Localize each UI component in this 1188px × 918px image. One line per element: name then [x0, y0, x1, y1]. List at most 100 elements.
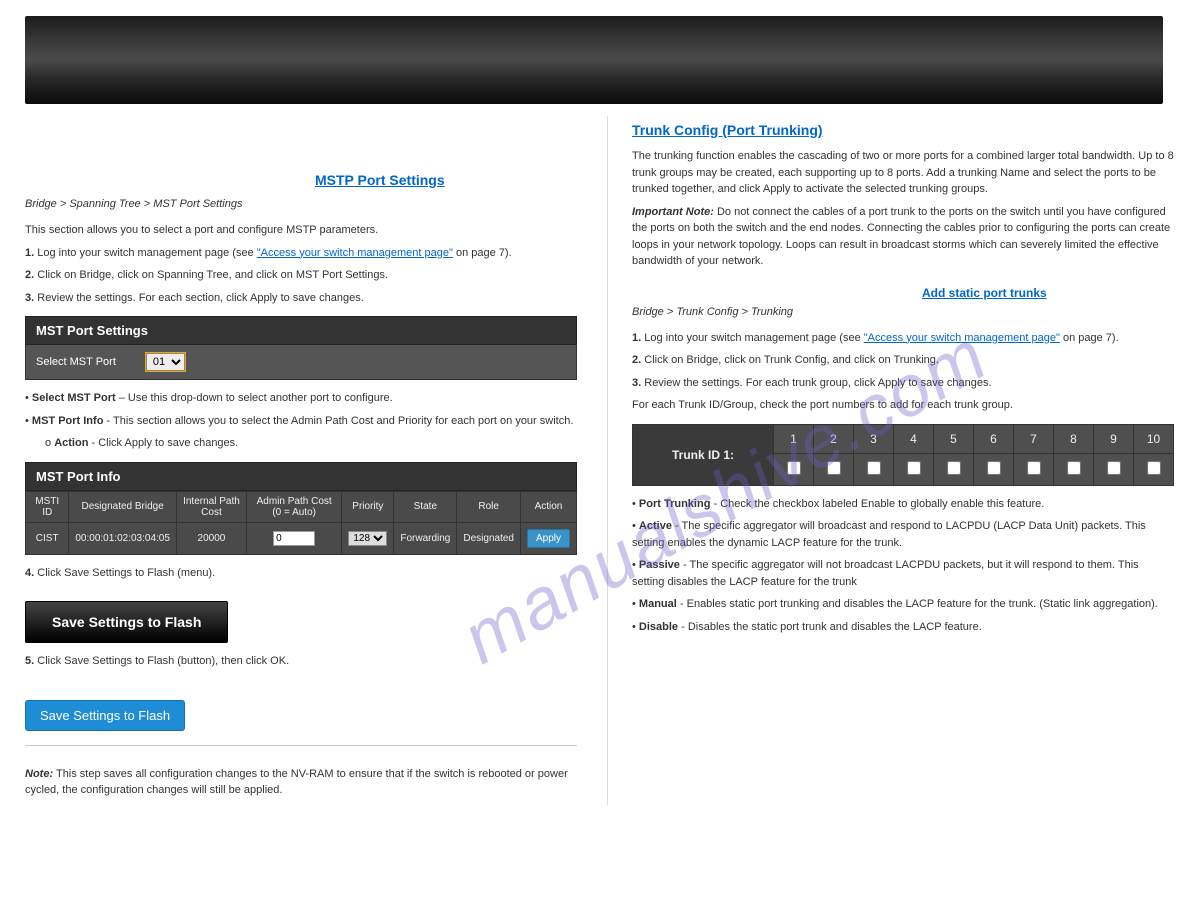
step1-left: 1. Log into your switch management page … — [25, 245, 577, 262]
intro-right: The trunking function enables the cascad… — [632, 148, 1174, 198]
port-8-checkbox[interactable] — [1067, 461, 1081, 475]
port-9-checkbox[interactable] — [1107, 461, 1121, 475]
b3-title: Passive — [639, 559, 680, 571]
b3-text: - The specific aggregator will not broad… — [632, 559, 1139, 588]
b4-text: - Enables static port trunking and disab… — [680, 598, 1158, 610]
bullet-mst-port-info: • MST Port Info - This section allows yo… — [25, 413, 577, 430]
select-mst-port-label: Select MST Port — [36, 356, 116, 368]
save-settings-flash-dark-button[interactable]: Save Settings to Flash — [25, 601, 228, 643]
bullet-active: • Active - The specific aggregator will … — [632, 518, 1174, 551]
b1-title: Port Trunking — [639, 498, 711, 510]
intro-left: This section allows you to select a port… — [25, 222, 577, 239]
left-column: MSTP Port Settings Bridge > Spanning Tre… — [25, 116, 577, 805]
step1-text-r: Log into your switch management page (se… — [644, 332, 864, 344]
port-2-checkbox[interactable] — [827, 461, 841, 475]
bullet-manual: • Manual - Enables static port trunking … — [632, 596, 1174, 613]
port-10-checkbox[interactable] — [1147, 461, 1161, 475]
step3-num-r: 3. — [632, 377, 641, 389]
step3-left: 3. Review the settings. For each section… — [25, 290, 577, 307]
apply-button[interactable]: Apply — [527, 529, 570, 548]
step1-link[interactable]: "Access your switch management page" — [257, 247, 453, 259]
port-5-label: 5 — [934, 424, 974, 453]
step1-right: 1. Log into your switch management page … — [632, 330, 1174, 347]
mst-port-info-table: MSTI ID Designated Bridge Internal Path … — [25, 491, 577, 555]
select-mst-port-dropdown[interactable]: 01 — [146, 353, 185, 371]
save-settings-flash-blue-button[interactable]: Save Settings to Flash — [25, 700, 185, 731]
admin-path-cost-input[interactable] — [273, 531, 315, 546]
step1-end-r: on page 7). — [1063, 332, 1119, 344]
bullet2-title: MST Port Info — [32, 415, 104, 427]
step5-left: 5. Click Save Settings to Flash (button)… — [25, 653, 577, 670]
note-left: Note: This step saves all configuration … — [25, 766, 577, 799]
add-static-port-trunks-title: Add static port trunks — [922, 286, 1174, 300]
note-text: This step saves all configuration change… — [25, 768, 568, 797]
bullet3-text: - Click Apply to save changes. — [91, 437, 238, 449]
b2-text: - The specific aggregator will broadcast… — [632, 520, 1146, 549]
th-action: Action — [520, 491, 576, 522]
step2-text-r: Click on Bridge, click on Trunk Config, … — [644, 354, 939, 366]
port-3-checkbox[interactable] — [867, 461, 881, 475]
trunk-config-title: Trunk Config (Port Trunking) — [632, 122, 1174, 138]
step2-right: 2. Click on Bridge, click on Trunk Confi… — [632, 352, 1174, 369]
step1-end: on page 7). — [456, 247, 512, 259]
b1-text: - Check the checkbox labeled Enable to g… — [713, 498, 1044, 510]
nav-path-left: Bridge > Spanning Tree > MST Port Settin… — [25, 198, 577, 210]
port-6-checkbox[interactable] — [987, 461, 1001, 475]
port-1-checkbox[interactable] — [787, 461, 801, 475]
th-designated-bridge: Designated Bridge — [69, 491, 177, 522]
b2-title: Active — [639, 520, 672, 532]
cell-bridge: 00:00:01:02:03:04:05 — [69, 522, 177, 554]
cell-int-path: 20000 — [176, 522, 246, 554]
port-5-checkbox[interactable] — [947, 461, 961, 475]
mst-port-settings-title: MSTP Port Settings — [315, 172, 577, 188]
step5-num: 5. — [25, 655, 34, 667]
step3-text: Review the settings. For each section, c… — [37, 292, 364, 304]
bullet-port-trunking: • Port Trunking - Check the checkbox lab… — [632, 496, 1174, 513]
port-1-label: 1 — [774, 424, 814, 453]
th-admin-path-cost: Admin Path Cost (0 = Auto) — [246, 491, 341, 522]
step1-link-r[interactable]: "Access your switch management page" — [864, 332, 1060, 344]
b4-title: Manual — [639, 598, 677, 610]
step2-left: 2. Click on Bridge, click on Spanning Tr… — [25, 267, 577, 284]
port-10-label: 10 — [1134, 424, 1174, 453]
mst-settings-header: MST Port Settings — [25, 316, 577, 345]
bullet3-title: Action — [54, 437, 88, 449]
mst-port-info-panel: MST Port Info MSTI ID Designated Bridge … — [25, 462, 577, 555]
th-priority: Priority — [342, 491, 394, 522]
note-label: Note: — [25, 768, 53, 780]
th-internal-path-cost: Internal Path Cost — [176, 491, 246, 522]
step4-text: Click Save Settings to Flash (menu). — [37, 567, 215, 579]
priority-select[interactable]: 128 — [348, 531, 387, 546]
th-state: State — [394, 491, 457, 522]
port-2-label: 2 — [814, 424, 854, 453]
port-7-checkbox[interactable] — [1027, 461, 1041, 475]
right-column: Trunk Config (Port Trunking) The trunkin… — [607, 116, 1174, 805]
port-9-label: 9 — [1094, 424, 1134, 453]
trunk-id-table: Trunk ID 1: 1 2 3 4 5 6 7 8 9 10 — [632, 424, 1174, 486]
trunk-select-instr: For each Trunk ID/Group, check the port … — [632, 397, 1174, 414]
step5-text: Click Save Settings to Flash (button), t… — [37, 655, 289, 667]
mst-port-settings-panel: MST Port Settings Select MST Port 01 — [25, 316, 577, 380]
cell-msti: CIST — [26, 522, 69, 554]
bullet1-text: – Use this drop-down to select another p… — [119, 392, 393, 404]
port-4-label: 4 — [894, 424, 934, 453]
step4-num: 4. — [25, 567, 34, 579]
step2-num-r: 2. — [632, 354, 641, 366]
cell-state: Forwarding — [394, 522, 457, 554]
port-3-label: 3 — [854, 424, 894, 453]
b5-text: - Disables the static port trunk and dis… — [681, 621, 982, 633]
step4-left: 4. Click Save Settings to Flash (menu). — [25, 565, 577, 582]
step2-num: 2. — [25, 269, 34, 281]
important-note-label: Important Note: — [632, 206, 714, 218]
port-4-checkbox[interactable] — [907, 461, 921, 475]
port-7-label: 7 — [1014, 424, 1054, 453]
step2-text: Click on Bridge, click on Spanning Tree,… — [37, 269, 388, 281]
th-msti-id: MSTI ID — [26, 491, 69, 522]
b5-title: Disable — [639, 621, 678, 633]
step3-text-r: Review the settings. For each trunk grou… — [644, 377, 991, 389]
separator — [25, 745, 577, 746]
header-banner — [25, 16, 1163, 104]
bullet-action: o Action - Click Apply to save changes. — [45, 435, 577, 452]
port-8-label: 8 — [1054, 424, 1094, 453]
step3-right: 3. Review the settings. For each trunk g… — [632, 375, 1174, 392]
